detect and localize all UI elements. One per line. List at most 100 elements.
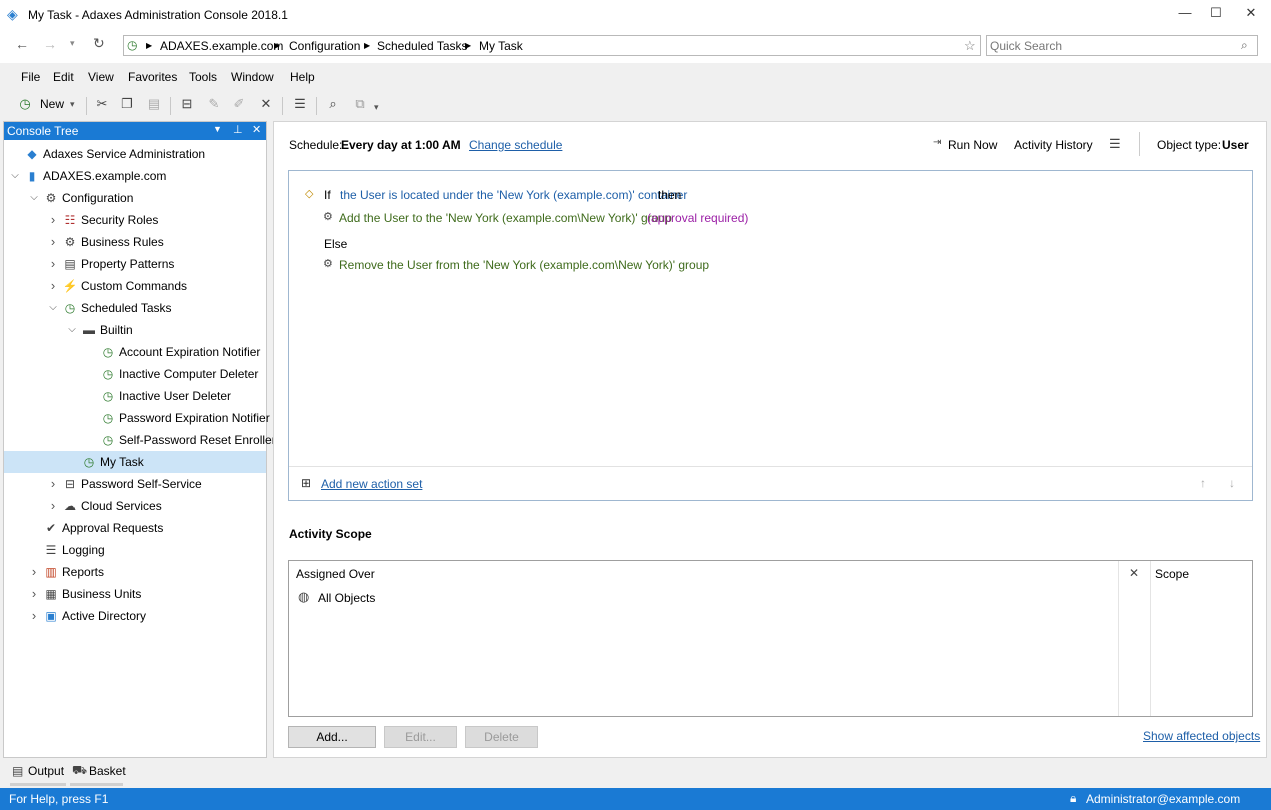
paste-icon[interactable]: ▤ <box>145 96 163 114</box>
tree-node[interactable]: ◷ Inactive User Deleter <box>4 385 266 407</box>
menu-edit[interactable]: Edit <box>53 70 74 84</box>
new-window-icon[interactable]: ⧉ <box>351 96 369 114</box>
tree-node[interactable]: › ⊟ Password Self-Service <box>4 473 266 495</box>
menu-view[interactable]: View <box>88 70 114 84</box>
tree-node[interactable]: ◷ My Task <box>4 451 266 473</box>
copy-icon[interactable]: ❐ <box>118 96 136 114</box>
menu-tools[interactable]: Tools <box>189 70 217 84</box>
tree-node[interactable]: ◷ Inactive Computer Deleter <box>4 363 266 385</box>
cut-icon[interactable]: ✂ <box>93 96 111 114</box>
move-up-icon[interactable]: ↑ <box>1200 476 1206 490</box>
address-bar[interactable]: ◷ ▶ ADAXES.example.com ▶ Configuration ▶… <box>123 35 981 56</box>
edit-button[interactable]: Edit... <box>384 726 457 748</box>
breadcrumb-item[interactable]: Configuration <box>289 39 360 53</box>
tree-node[interactable]: › ⚡ Custom Commands <box>4 275 266 297</box>
expand-arrow-icon[interactable]: › <box>48 473 58 495</box>
rename-icon[interactable]: ⊟ <box>178 96 196 114</box>
expand-arrow-icon[interactable]: › <box>48 495 58 517</box>
collapse-arrow-icon[interactable]: ⌵ <box>48 297 58 319</box>
add-action-set-link[interactable]: Add new action set <box>321 477 422 491</box>
pin-icon[interactable]: ⊥ <box>233 123 243 136</box>
tab-output[interactable]: Output <box>28 764 64 778</box>
tree-node[interactable]: › ▦ Business Units <box>4 583 266 605</box>
approval-icon: ✔ <box>45 521 57 535</box>
breadcrumb-item[interactable]: ADAXES.example.com <box>160 39 283 53</box>
menu-window[interactable]: Window <box>231 70 274 84</box>
edit-icon[interactable]: ✎ <box>205 96 223 114</box>
history-dropdown-icon[interactable]: ▾ <box>70 38 75 49</box>
collapse-arrow-icon[interactable]: ⌵ <box>67 319 77 341</box>
new-button[interactable]: New <box>40 97 64 111</box>
edit-properties-icon[interactable]: ✐ <box>230 96 248 114</box>
tab-basket[interactable]: Basket <box>89 764 126 778</box>
minimize-icon[interactable]: — <box>1176 5 1194 21</box>
back-icon[interactable]: ← <box>15 36 29 52</box>
menu-file[interactable]: File <box>21 70 40 84</box>
condition-text[interactable]: the User is located under the 'New York … <box>340 188 687 202</box>
find-icon[interactable]: ⌕ <box>324 96 342 114</box>
maximize-icon[interactable]: ☐ <box>1207 5 1225 21</box>
tree-node[interactable]: › ⚙ Business Rules <box>4 231 266 253</box>
tree-node[interactable]: ◷ Password Expiration Notifier <box>4 407 270 429</box>
action-remove-from-group[interactable]: Remove the User from the 'New York (exam… <box>339 258 709 272</box>
tree-node[interactable]: ✔ Approval Requests <box>4 517 266 539</box>
tree-node[interactable]: ⌵ ◷ Scheduled Tasks <box>4 297 266 319</box>
action-add-to-group[interactable]: Add the User to the 'New York (example.c… <box>339 211 672 225</box>
panel-close-icon[interactable]: ✕ <box>252 123 261 136</box>
forward-icon[interactable]: → <box>43 36 57 52</box>
collapse-arrow-icon[interactable]: ⌵ <box>10 165 20 187</box>
expand-arrow-icon[interactable]: › <box>48 209 58 231</box>
expand-arrow-icon[interactable]: › <box>48 253 58 275</box>
column-header-scope[interactable]: Scope <box>1155 567 1189 581</box>
expand-arrow-icon[interactable]: › <box>29 583 39 605</box>
tree-node-label: Adaxes Service Administration <box>43 147 206 161</box>
tree-node[interactable]: › ☷ Security Roles <box>4 209 266 231</box>
tree-node[interactable]: ☰ Logging <box>4 539 266 561</box>
move-down-icon[interactable]: ↓ <box>1229 476 1235 490</box>
expand-arrow-icon[interactable]: › <box>48 231 58 253</box>
expand-arrow-icon[interactable]: › <box>29 561 39 583</box>
remove-column-icon[interactable]: ✕ <box>1129 566 1139 580</box>
delete-icon[interactable]: ✕ <box>257 96 275 114</box>
tree-node[interactable]: › ☁ Cloud Services <box>4 495 266 517</box>
breadcrumb-item[interactable]: My Task <box>479 39 523 53</box>
table-row[interactable]: ◍ All Objects <box>289 585 1118 607</box>
panel-dropdown-icon[interactable]: ▼ <box>213 124 222 134</box>
tree-node[interactable]: › ▥ Reports <box>4 561 266 583</box>
properties-icon[interactable]: ☰ <box>291 96 309 114</box>
search-icon[interactable]: ⌕ <box>1241 38 1248 53</box>
quick-search-input[interactable]: Quick Search ⌕ <box>986 35 1258 56</box>
tree-node[interactable]: ◷ Self-Password Reset Enroller <box>4 429 276 451</box>
tree-node[interactable]: ⌵ ⚙ Configuration <box>4 187 266 209</box>
refresh-icon[interactable]: ↻ <box>93 35 105 52</box>
favorite-star-icon[interactable]: ☆ <box>964 38 976 54</box>
properties-icon[interactable]: ☰ <box>1109 136 1121 152</box>
tree-node[interactable]: ⌵ ▮ ADAXES.example.com <box>4 165 266 187</box>
expand-arrow-icon[interactable]: › <box>48 275 58 297</box>
tree-node[interactable]: ◆ Adaxes Service Administration <box>4 143 266 165</box>
tree-node[interactable]: ◷ Account Expiration Notifier <box>4 341 266 363</box>
run-now-button[interactable]: Run Now <box>948 138 997 152</box>
show-affected-objects-link[interactable]: Show affected objects <box>1143 729 1260 743</box>
expand-arrow-icon[interactable]: › <box>29 605 39 627</box>
activity-history-button[interactable]: Activity History <box>1014 138 1093 152</box>
user-lock-icon: 🔒︎ <box>1070 791 1077 805</box>
change-schedule-link[interactable]: Change schedule <box>469 138 562 152</box>
approval-note: (approval required) <box>647 211 749 225</box>
column-header-assigned-over[interactable]: Assigned Over <box>296 567 375 581</box>
new-window-dropdown-icon[interactable]: ▾ <box>374 102 379 113</box>
tree-node-label: Approval Requests <box>62 521 164 535</box>
delete-button[interactable]: Delete <box>465 726 538 748</box>
menu-favorites[interactable]: Favorites <box>128 70 177 84</box>
tree-node[interactable]: › ▣ Active Directory <box>4 605 266 627</box>
collapse-arrow-icon[interactable]: ⌵ <box>29 187 39 209</box>
tree-node-label: Account Expiration Notifier <box>119 345 261 359</box>
tree-node[interactable]: › ▤ Property Patterns <box>4 253 266 275</box>
menu-help[interactable]: Help <box>290 70 315 84</box>
breadcrumb-item[interactable]: Scheduled Tasks <box>377 39 468 53</box>
tree-node[interactable]: ⌵ ▬ Builtin <box>4 319 266 341</box>
new-icon[interactable]: ◷ <box>16 96 34 114</box>
close-icon[interactable]: ✕ <box>1242 5 1260 21</box>
new-dropdown-icon[interactable]: ▾ <box>70 99 75 110</box>
add-button[interactable]: Add... <box>288 726 376 748</box>
